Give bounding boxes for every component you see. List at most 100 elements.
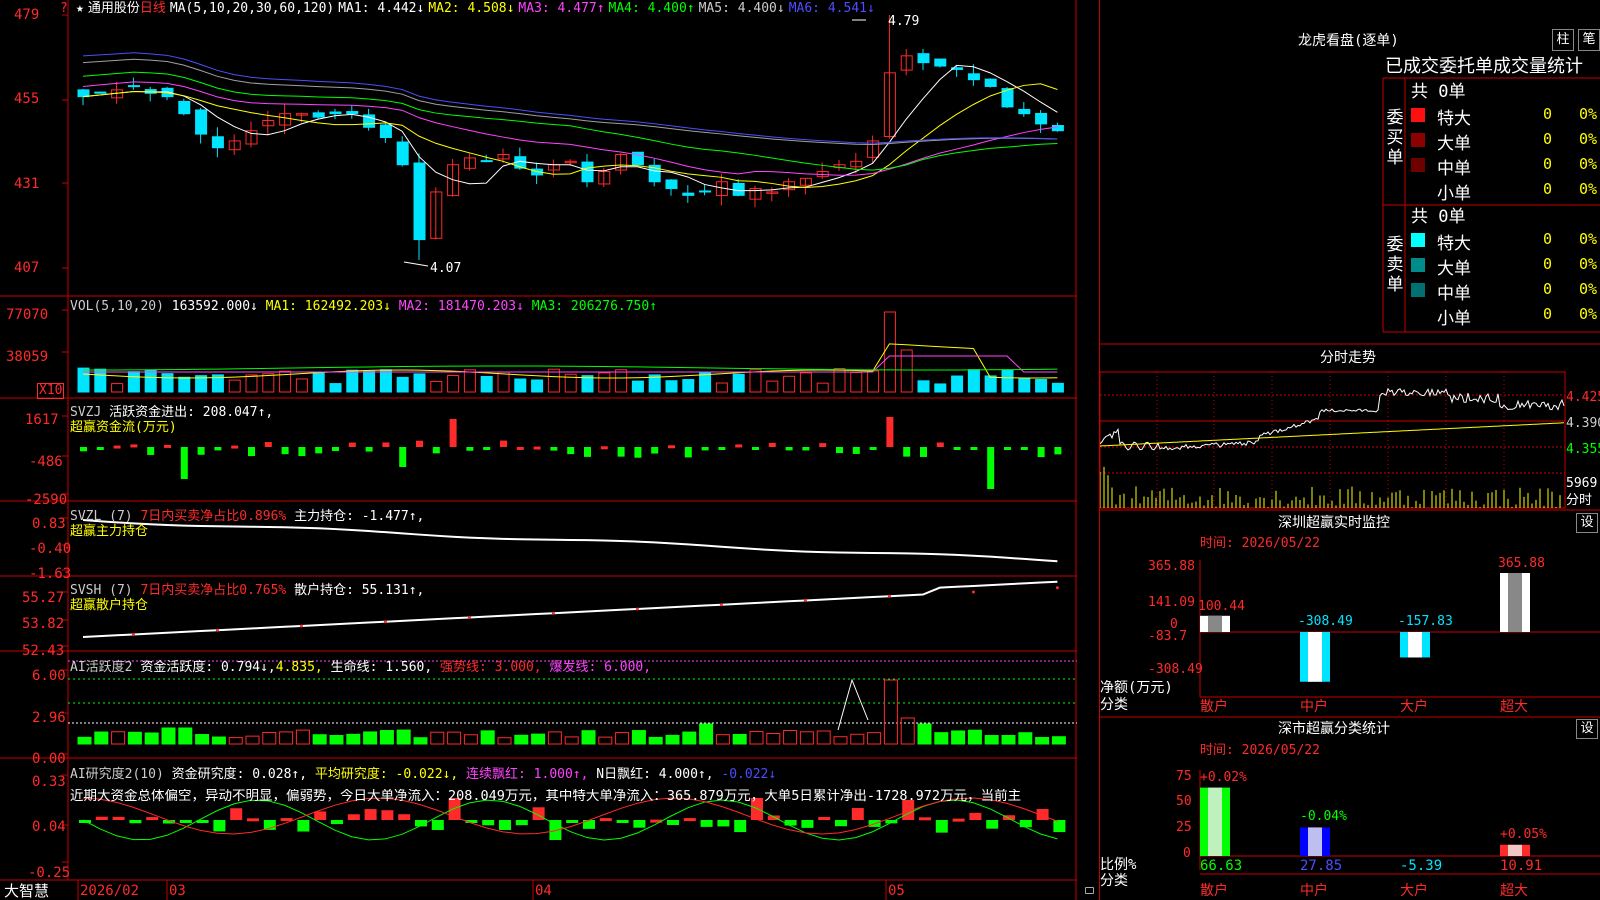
price-low-mark: 4.07 — [430, 261, 462, 276]
candle-body — [329, 111, 342, 115]
volume-bar — [934, 383, 947, 393]
candle-body — [581, 161, 594, 183]
research-bar — [280, 818, 293, 822]
activity-bar — [413, 737, 428, 745]
volume-bar — [984, 375, 997, 393]
fund-flow-bar — [483, 447, 491, 450]
monitor-axis-tick: -308.49 — [1148, 662, 1203, 677]
side-canvas — [1100, 77, 1600, 875]
activity-bar — [615, 732, 630, 745]
help-mark[interactable]: ? — [60, 2, 68, 16]
research-bar — [969, 812, 982, 820]
fund-flow-bar — [617, 447, 625, 457]
tick-mode-button[interactable]: 笔 — [1578, 29, 1600, 51]
sell-row-value: 0 — [1543, 305, 1553, 323]
column-mode-button[interactable]: 柱 — [1552, 29, 1574, 51]
fund-flow-bar — [987, 447, 995, 489]
research-bar — [667, 820, 679, 826]
volume-bar — [665, 380, 678, 393]
volume-bar — [766, 380, 779, 393]
classify-time: 时间: 2026/05/22 — [1200, 743, 1320, 758]
svsh-title: SVSH (7) — [70, 583, 133, 598]
period-label[interactable]: 日线 — [140, 1, 166, 16]
classify-bar-label: +0.05% — [1500, 826, 1547, 842]
activity-bar — [547, 731, 562, 745]
classify-settings-button[interactable]: 设 — [1576, 719, 1598, 739]
candle-body — [682, 192, 695, 196]
ma120-line — [82, 52, 1058, 144]
candle-body — [665, 179, 678, 190]
chart-canvas[interactable] — [0, 0, 1077, 900]
vol-ma2: MA2: 181470.203↓ — [398, 299, 524, 314]
fenshi-unit: 分时 — [1566, 493, 1593, 508]
activity-bar — [631, 730, 646, 745]
ai1-d: 强势线: 3.000, — [440, 660, 542, 675]
vol-axis-tick: 77070 — [6, 307, 49, 323]
fund-flow-bar — [315, 447, 323, 454]
favorite-star-icon[interactable]: ★ — [76, 1, 84, 16]
research-bar — [381, 810, 394, 820]
fenshi-title: 分时走势 — [1320, 350, 1376, 366]
research-bar — [314, 811, 327, 820]
ma2-value: MA2: 4.508↓ — [428, 1, 515, 16]
ai2-c: 连续飘红: 1.000↑, — [466, 767, 589, 782]
svzl-axis-tick: 0.83 — [32, 516, 66, 532]
fund-flow-bar — [80, 447, 87, 452]
date-label: 03 — [169, 883, 186, 899]
activity-bar — [1001, 734, 1016, 745]
research-bar — [1019, 820, 1032, 828]
legend-swatch-darkteal — [1411, 283, 1425, 297]
vol-axis-tick: 38059 — [6, 349, 49, 365]
research-bar — [818, 816, 831, 820]
monitor-time: 时间: 2026/05/22 — [1200, 536, 1320, 551]
fund-flow-bar — [936, 442, 944, 447]
retail-dot — [719, 603, 723, 607]
retail-dot — [467, 615, 471, 619]
activity-bar — [161, 727, 176, 745]
research-bar — [616, 820, 629, 823]
fund-flow-bar — [449, 419, 457, 447]
research-bar — [95, 816, 108, 820]
classify-bar-shade — [1508, 844, 1522, 856]
buy-row-name: 特大 — [1437, 109, 1471, 129]
candle-body — [379, 124, 392, 139]
candle-body — [396, 141, 409, 166]
research-bar — [919, 817, 931, 821]
monitor-settings-button[interactable]: 设 — [1576, 513, 1598, 533]
svzl-header: SVZL (7) 7日内买卖净占比0.896% 主力持仓: -1.477↑, — [70, 510, 424, 524]
svzj-header: SVZJ 活跃资金进出: 208.047↑, — [70, 406, 273, 420]
volume-bar — [346, 369, 359, 393]
fund-flow-bar — [214, 447, 222, 451]
volume-bar — [1018, 378, 1031, 393]
fund-flow-bar — [1004, 447, 1011, 450]
classify-value: 27.85 — [1300, 858, 1343, 874]
volume-bar — [514, 378, 527, 393]
fund-flow-bar — [567, 447, 575, 455]
research-bar — [146, 817, 159, 821]
activity-bar — [195, 734, 210, 745]
activity-bar — [564, 736, 579, 745]
chart-area[interactable]: ? ★ 通用股份日线 MA(5,10,20,30,60,120) MA1: 4.442… — [0, 0, 1094, 900]
ma60-line — [82, 58, 1058, 146]
sell-total: 共 0单 — [1411, 207, 1466, 227]
activity-bar — [144, 732, 159, 745]
date-label: 05 — [888, 883, 905, 899]
sell-row-value: 0 — [1543, 230, 1553, 248]
retail-dot — [1055, 586, 1059, 590]
fund-flow-bar — [197, 447, 205, 455]
volume-bar — [94, 368, 107, 393]
date-label: 2026/02 — [80, 883, 140, 899]
research-bar — [112, 816, 125, 820]
activity-bar — [883, 679, 898, 745]
volume-bar — [531, 379, 544, 393]
lock-icon[interactable] — [1085, 887, 1094, 894]
research-bar — [935, 820, 948, 833]
fund-flow-bar — [348, 442, 356, 447]
price-axis-tick: 431 — [14, 176, 40, 192]
svsh-header: SVSH (7) 7日内买卖净占比0.765% 散户持仓: 55.131↑, — [70, 584, 424, 598]
retail-dot — [299, 624, 303, 628]
brand-logo: 大智慧 — [4, 882, 50, 900]
vol-unit-badge: X10 — [37, 383, 65, 399]
fenshi-frame — [1100, 371, 1566, 509]
fund-flow-bar — [432, 447, 440, 454]
